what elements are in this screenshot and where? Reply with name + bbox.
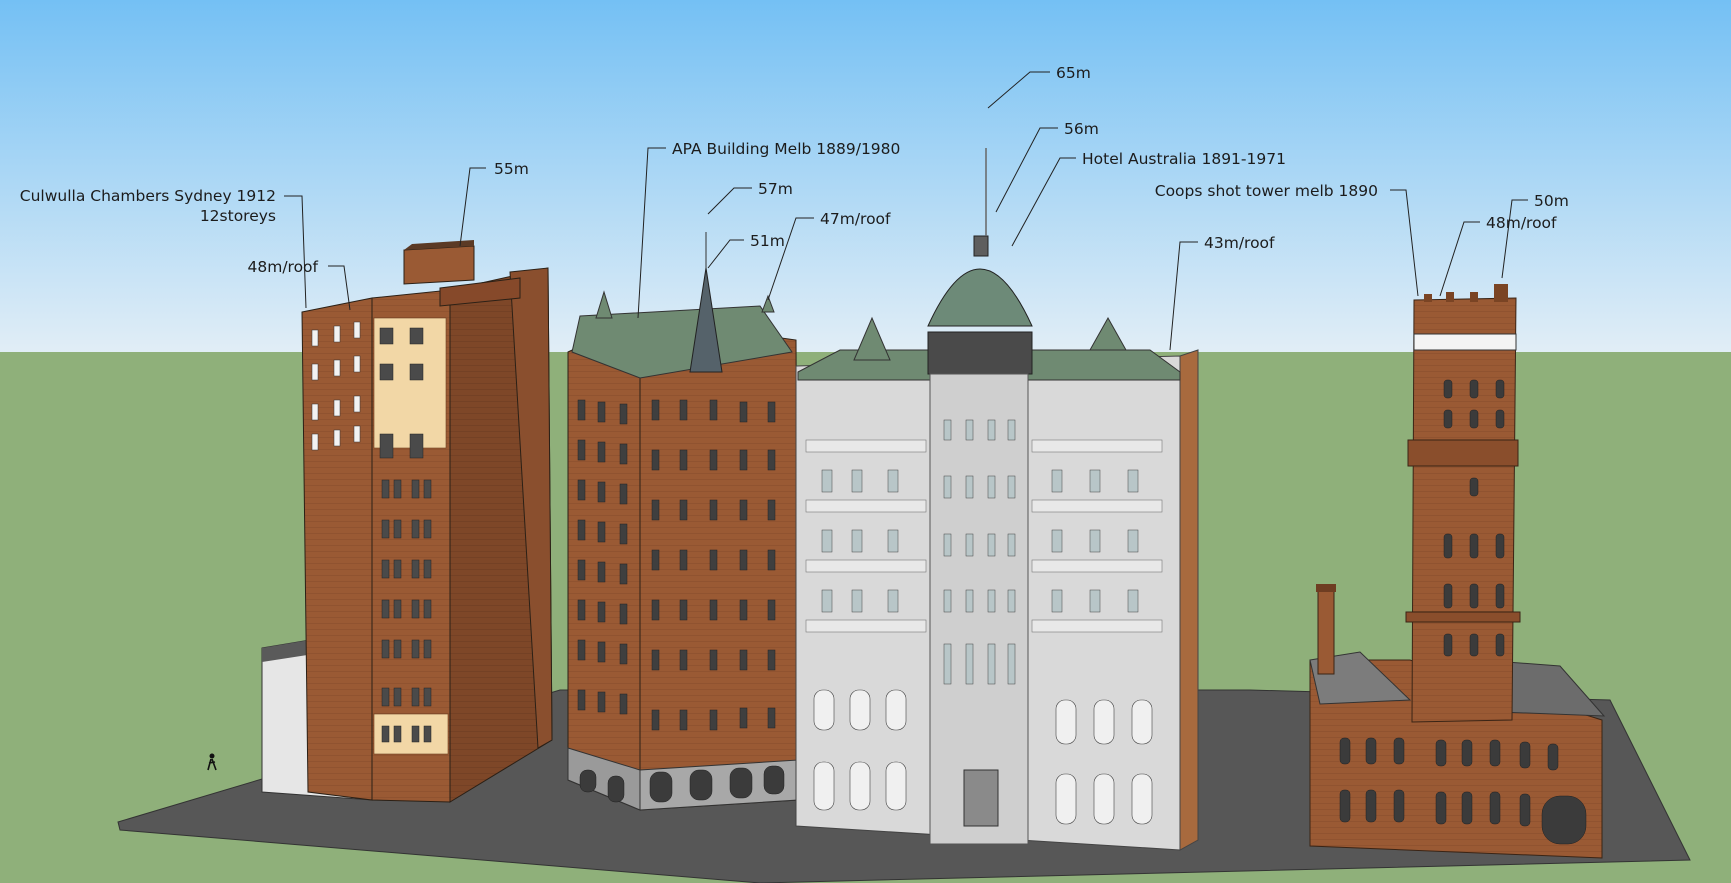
apa-spire-label: 57m <box>758 180 793 198</box>
coops-roof-label: 48m/roof <box>1486 214 1557 232</box>
culwulla-title-label: Culwulla Chambers Sydney 1912 <box>20 187 276 205</box>
culwulla-chambers-building <box>261 240 553 803</box>
apa-building <box>567 232 799 811</box>
coops-top-label: 50m <box>1534 192 1569 210</box>
culwulla-storeys-label: 12storeys <box>200 207 276 225</box>
apa-title-label: APA Building Melb 1889/1980 <box>672 140 900 158</box>
hotel-roof-label: 43m/roof <box>1204 234 1275 252</box>
culwulla-roof-label: 48m/roof <box>248 258 319 276</box>
hotel-dome-label: 56m <box>1064 120 1099 138</box>
apa-roof-label: 47m/roof <box>820 210 891 228</box>
hotel-mast-label: 65m <box>1056 64 1091 82</box>
hotel-title-label: Hotel Australia 1891-1971 <box>1082 150 1286 168</box>
building-comparison-scene: Culwulla Chambers Sydney 1912 12storeys … <box>0 0 1731 883</box>
apa-51-label: 51m <box>750 232 785 250</box>
culwulla-top-label: 55m <box>494 160 529 178</box>
coops-title-label: Coops shot tower melb 1890 <box>1155 182 1378 200</box>
